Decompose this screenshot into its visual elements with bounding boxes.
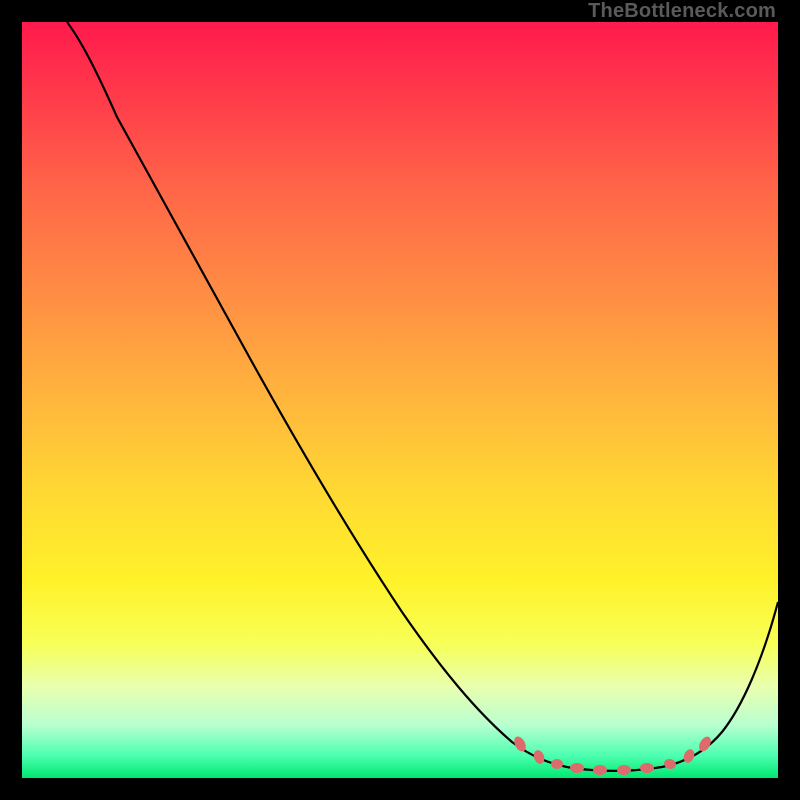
optimal-range-markers bbox=[512, 735, 714, 775]
watermark-text: TheBottleneck.com bbox=[588, 0, 776, 23]
chart-svg bbox=[22, 22, 778, 778]
chart-frame: TheBottleneck.com bbox=[0, 0, 800, 800]
bottleneck-curve-line bbox=[67, 22, 778, 771]
